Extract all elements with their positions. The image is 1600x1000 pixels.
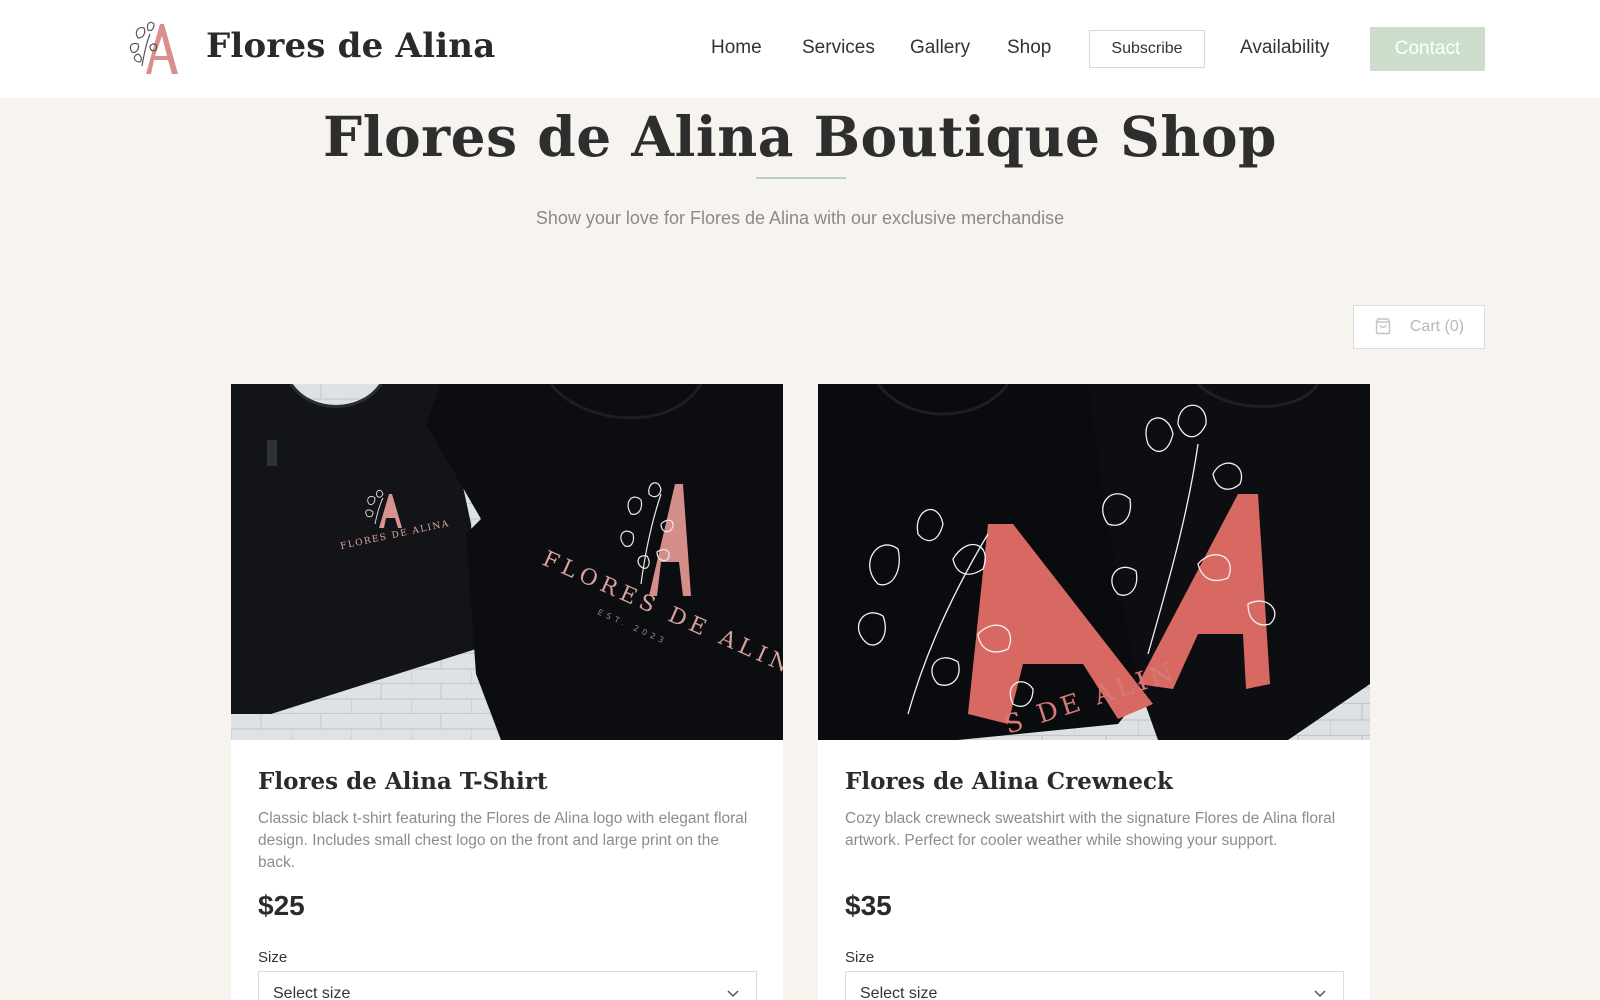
size-label: Size xyxy=(845,949,875,966)
nav-shop[interactable]: Shop xyxy=(1007,37,1051,59)
nav-availability[interactable]: Availability xyxy=(1240,37,1329,59)
size-label: Size xyxy=(258,949,288,966)
shopping-bag-icon xyxy=(1374,317,1392,338)
product-price: $25 xyxy=(258,890,305,921)
nav-gallery[interactable]: Gallery xyxy=(910,37,970,59)
chevron-down-icon xyxy=(726,986,740,1000)
size-select[interactable]: Select size xyxy=(845,971,1344,1000)
subscribe-button[interactable]: Subscribe xyxy=(1089,30,1205,68)
product-card-crewneck: S DE ALIN Flores de Alina Crewneck Cozy … xyxy=(818,384,1370,1000)
chevron-down-icon xyxy=(1313,986,1327,1000)
product-card-tshirt: FLORES DE ALINA FLORES DE ALINA EST. 202… xyxy=(231,384,783,1000)
cart-button[interactable]: Cart (0) xyxy=(1353,305,1485,349)
cart-label: Cart (0) xyxy=(1409,318,1465,335)
product-description: Classic black t-shirt featuring the Flor… xyxy=(258,810,748,871)
nav-home[interactable]: Home xyxy=(711,37,762,59)
title-divider xyxy=(756,177,846,179)
page-title: Flores de Alina Boutique Shop xyxy=(323,104,1277,169)
size-select-value: Select size xyxy=(860,985,938,1000)
product-description: Cozy black crewneck sweatshirt with the … xyxy=(845,810,1336,849)
tshirt-product-image[interactable]: FLORES DE ALINA FLORES DE ALINA EST. 202… xyxy=(231,384,783,740)
size-select[interactable]: Select size xyxy=(258,971,757,1000)
crewneck-product-image[interactable]: S DE ALIN xyxy=(818,384,1370,740)
product-title: Flores de Alina T-Shirt xyxy=(258,768,548,795)
site-header: Flores de Alina Home Services Gallery Sh… xyxy=(0,0,1600,98)
floral-monogram-logo-icon[interactable] xyxy=(124,16,184,76)
product-title: Flores de Alina Crewneck xyxy=(845,768,1173,795)
contact-button[interactable]: Contact xyxy=(1370,27,1485,71)
nav-services[interactable]: Services xyxy=(802,37,875,59)
brand-name[interactable]: Flores de Alina xyxy=(206,26,495,66)
page-subtitle: Show your love for Flores de Alina with … xyxy=(535,208,1065,228)
product-price: $35 xyxy=(845,890,892,921)
size-select-value: Select size xyxy=(273,985,351,1000)
